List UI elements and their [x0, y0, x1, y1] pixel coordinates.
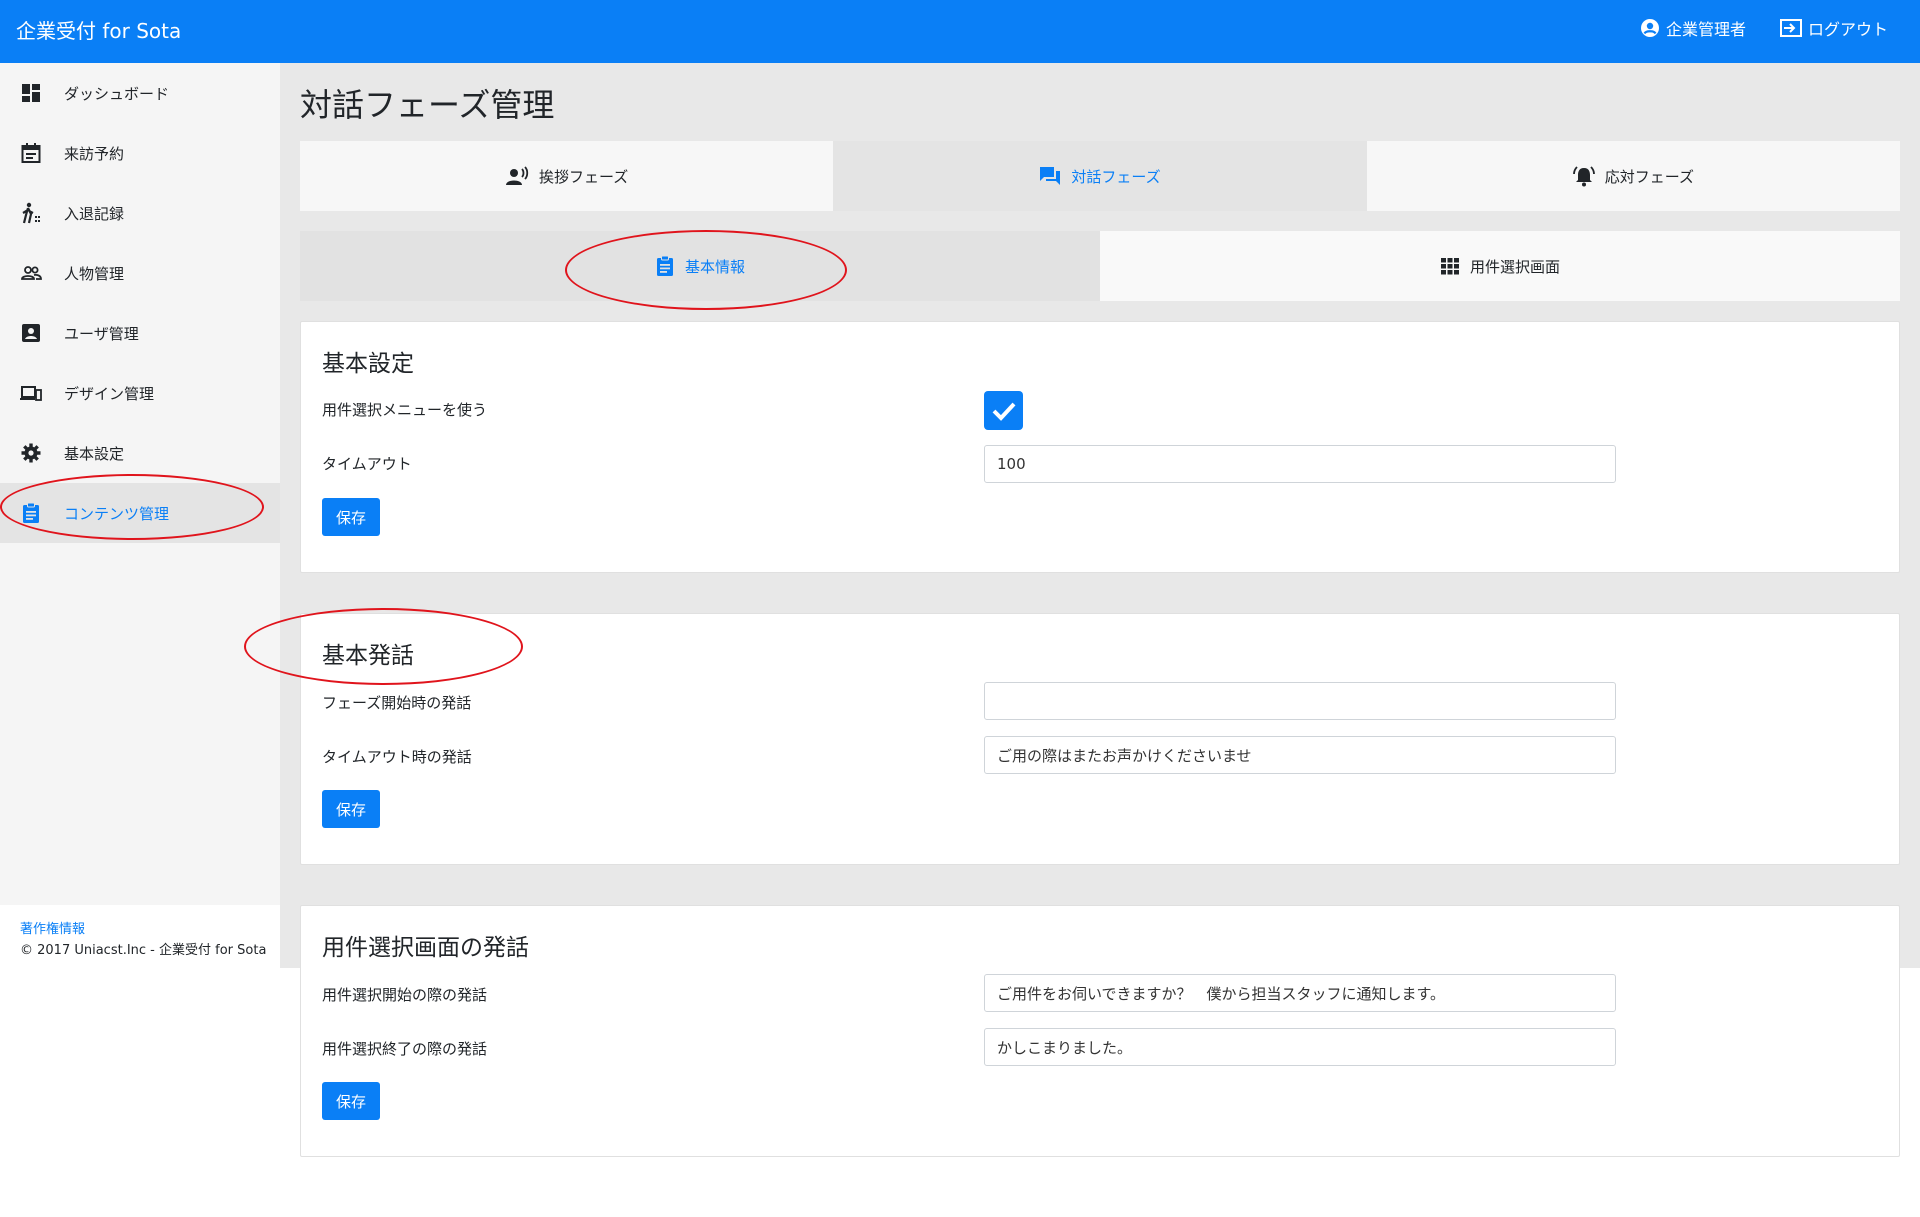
gear-icon [21, 443, 41, 463]
top-navbar: 企業受付 for Sota 企業管理者 ログアウト [0, 0, 1920, 63]
grid-icon [1440, 258, 1459, 275]
sidebar-item-contents[interactable]: コンテンツ管理 [0, 483, 280, 543]
page-title: 対話フェーズ管理 [300, 86, 555, 124]
chat-icon [1040, 167, 1061, 185]
calendar-icon [21, 143, 41, 163]
card-title: 用件選択画面の発話 [322, 935, 529, 961]
bell-icon [1572, 166, 1595, 187]
timeout-input[interactable] [984, 445, 1616, 483]
sidebar-item-design[interactable]: デザイン管理 [0, 363, 280, 423]
timeout-speech-label: タイムアウト時の発話 [322, 748, 472, 766]
sidebar-item-reservation[interactable]: 来訪予約 [0, 123, 280, 183]
walk-icon [22, 202, 40, 224]
sidebar-item-label: 入退記録 [64, 204, 125, 223]
logout-label: ログアウト [1807, 19, 1888, 39]
timeout-label: タイムアウト [322, 455, 412, 473]
tab-dialogue-phase[interactable]: 対話フェーズ [833, 141, 1367, 211]
logout-link[interactable]: ログアウト [1779, 16, 1888, 40]
sidebar-item-label: 基本設定 [64, 444, 125, 463]
sidebar: ダッシュボード 来訪予約 入退記録 人物管理 ユーザ管理 デザイン管理 基本設定… [0, 63, 280, 968]
card-title: 基本設定 [322, 351, 414, 377]
app-brand[interactable]: 企業受付 for Sota [16, 0, 181, 63]
dashboard-icon [22, 84, 40, 102]
user-menu[interactable]: 企業管理者 [1640, 16, 1746, 40]
tab-label: 用件選択画面 [1469, 257, 1560, 276]
sidebar-item-label: ユーザ管理 [64, 324, 139, 343]
account-circle-icon [1640, 18, 1659, 37]
tab-label: 基本情報 [684, 257, 745, 276]
navbar-right: 企業管理者 ログアウト [1640, 0, 1888, 55]
devices-icon [20, 386, 42, 401]
clipboard-icon [23, 502, 39, 523]
sidebar-item-label: コンテンツ管理 [64, 504, 170, 523]
sidebar-footer: 著作権情報 © 2017 Uniacst.Inc - 企業受付 for Sota [0, 905, 280, 969]
user-label: 企業管理者 [1665, 19, 1746, 39]
tab-basic-info[interactable]: 基本情報 [300, 231, 1100, 301]
phase-tabs: 挨拶フェーズ 対話フェーズ 応対フェーズ [300, 141, 1900, 211]
use-menu-label: 用件選択メニューを使う [322, 401, 488, 419]
selection-speech-card: 用件選択画面の発話 用件選択開始の際の発話 用件選択終了の際の発話 保存 [300, 905, 1900, 1157]
save-button[interactable]: 保存 [322, 790, 380, 828]
tab-label: 応対フェーズ [1604, 167, 1694, 186]
tab-selection-screen[interactable]: 用件選択画面 [1100, 231, 1900, 301]
tab-response-phase[interactable]: 応対フェーズ [1366, 141, 1900, 211]
clipboard-icon [656, 255, 673, 276]
logout-icon [1779, 18, 1802, 37]
save-button[interactable]: 保存 [322, 498, 380, 536]
save-button[interactable]: 保存 [322, 1082, 380, 1120]
basic-settings-card: 基本設定 用件選択メニューを使う タイムアウト 保存 [300, 321, 1900, 573]
sidebar-item-label: 人物管理 [64, 264, 125, 283]
use-menu-checkbox[interactable] [984, 391, 1023, 430]
sidebar-item-people[interactable]: 人物管理 [0, 243, 280, 303]
card-title: 基本発話 [322, 643, 414, 669]
sidebar-item-dashboard[interactable]: ダッシュボード [0, 63, 280, 123]
phase-start-input[interactable] [984, 682, 1616, 720]
sub-tabs: 基本情報 用件選択画面 [300, 231, 1900, 301]
selection-end-label: 用件選択終了の際の発話 [322, 1040, 488, 1058]
copyright-link[interactable]: 著作権情報 [20, 919, 280, 940]
sidebar-item-label: デザイン管理 [64, 384, 155, 403]
sidebar-item-entry-log[interactable]: 入退記録 [0, 183, 280, 243]
basic-speech-card: 基本発話 フェーズ開始時の発話 タイムアウト時の発話 保存 [300, 613, 1900, 865]
sidebar-item-label: ダッシュボード [64, 84, 170, 103]
selection-start-input[interactable] [984, 974, 1616, 1012]
tab-label: 対話フェーズ [1071, 167, 1161, 186]
speaking-person-icon [506, 166, 529, 185]
sidebar-item-label: 来訪予約 [64, 144, 125, 163]
copyright-text: © 2017 Uniacst.Inc - 企業受付 for Sota [20, 943, 267, 958]
people-icon [21, 266, 42, 280]
tab-label: 挨拶フェーズ [539, 167, 629, 186]
phase-start-label: フェーズ開始時の発話 [322, 694, 472, 712]
selection-end-input[interactable] [984, 1028, 1616, 1066]
sidebar-item-users[interactable]: ユーザ管理 [0, 303, 280, 363]
sidebar-item-settings[interactable]: 基本設定 [0, 423, 280, 483]
tab-greeting-phase[interactable]: 挨拶フェーズ [300, 141, 834, 211]
checkmark-icon [992, 402, 1015, 421]
selection-start-label: 用件選択開始の際の発話 [322, 986, 488, 1004]
timeout-speech-input[interactable] [984, 736, 1616, 774]
account-box-icon [22, 324, 40, 342]
